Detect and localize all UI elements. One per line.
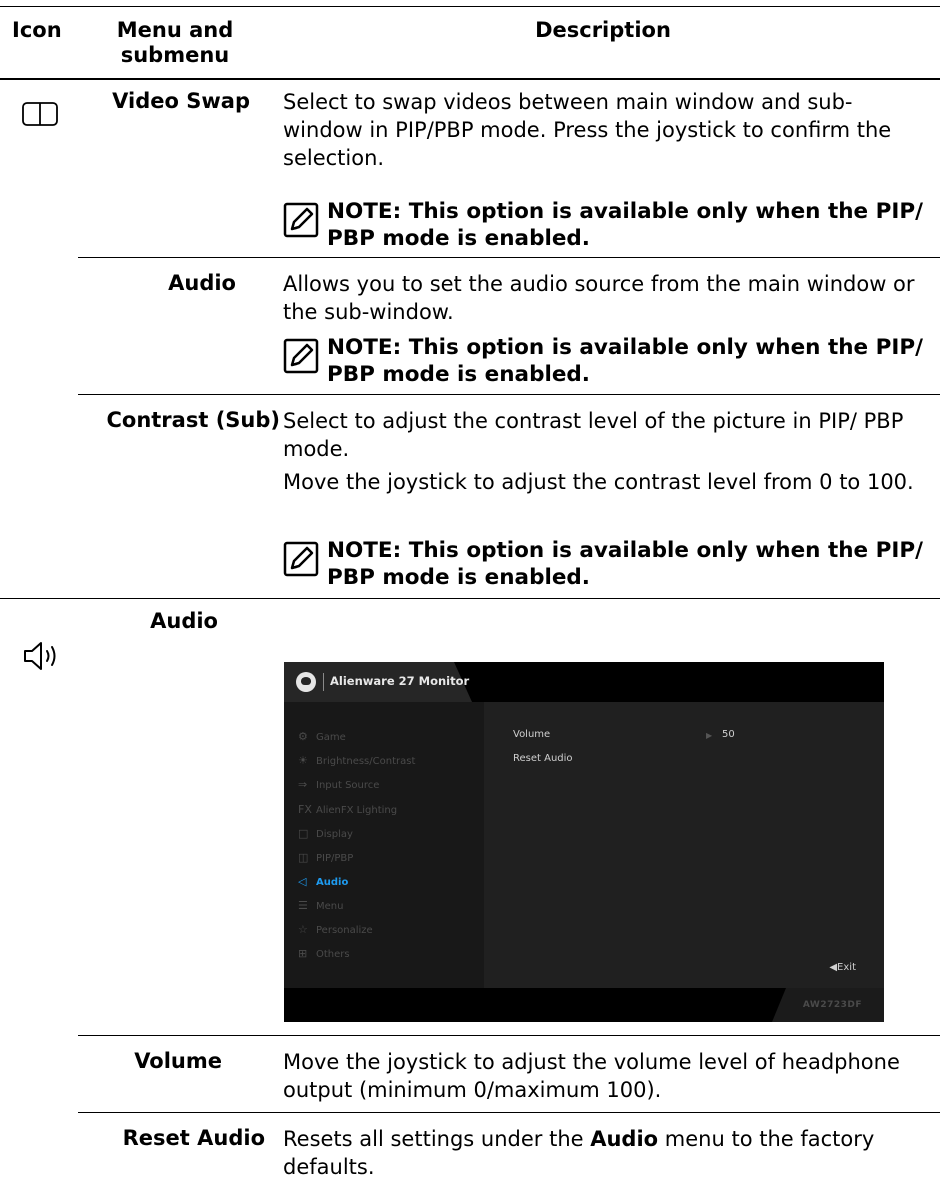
play-arrow-icon: ▶: [706, 731, 713, 740]
menu-contrast-sub: Contrast (Sub): [106, 408, 280, 432]
description-contrast-sub-2: Move the joystick to adjust the contrast…: [283, 470, 914, 494]
osd-menu-item-input-source[interactable]: ⇒ Input Source: [298, 778, 379, 792]
speaker-icon: ◁: [298, 875, 307, 888]
pip-icon: ◫: [298, 851, 309, 864]
osd-options-panel: [484, 702, 884, 988]
osd-menu-item-display[interactable]: □ Display: [298, 827, 353, 841]
fx-icon: FX: [298, 803, 312, 816]
osd-option-reset-audio[interactable]: Reset Audio: [513, 753, 573, 764]
display-icon: □: [298, 827, 309, 840]
row-divider: [78, 1035, 940, 1036]
star-icon: ☆: [298, 923, 308, 936]
description-video-swap: Select to swap videos between main windo…: [283, 90, 892, 170]
osd-menu-item-brightness-contrast[interactable]: ☀ Brightness/Contrast: [298, 754, 415, 768]
osd-menu-item-personalize[interactable]: ☆ Personalize: [298, 923, 373, 937]
brightness-icon: ☀: [298, 754, 308, 767]
osd-screenshot: Alienware 27 Monitor ⚙ Game ☀ Brightness/C…: [284, 662, 884, 1022]
pip-pbp-icon: [22, 102, 58, 126]
menu-reset-audio: Reset Audio: [122, 1126, 265, 1150]
note-pen-icon: [283, 541, 319, 577]
description-audio-sub: Allows you to set the audio source from …: [283, 272, 915, 324]
description-reset-audio: Resets all settings under the Audio menu…: [283, 1127, 875, 1179]
note-audio-sub: NOTE: This option is available only when…: [283, 334, 928, 388]
osd-model-code: AW2723DF: [802, 1000, 862, 1010]
gamepad-icon: ⚙: [298, 730, 308, 743]
osd-menu-item-alienfx-lighting[interactable]: FX AlienFX Lighting: [298, 803, 397, 817]
osd-menu-item-others[interactable]: ⊞ Others: [298, 947, 350, 961]
table-top-rule: [0, 6, 940, 7]
note-text: NOTE: This option is available only when…: [327, 335, 923, 387]
osd-volume-value: 50: [722, 729, 735, 740]
osd-menu-panel: [284, 702, 484, 988]
note-pen-icon: [283, 338, 319, 374]
osd-menu-item-menu[interactable]: ☰ Menu: [298, 899, 343, 913]
osd-exit-button[interactable]: ◀Exit: [829, 962, 856, 973]
description-volume: Move the joystick to adjust the volume l…: [283, 1050, 900, 1102]
osd-menu-item-game[interactable]: ⚙ Game: [298, 730, 346, 744]
osd-menu-item-pip-pbp[interactable]: ◫ PIP/PBP: [298, 851, 353, 865]
osd-menu-item-audio[interactable]: ◁ Audio: [298, 875, 348, 889]
header-icon: Icon: [12, 18, 62, 42]
row-divider: [78, 1112, 940, 1113]
menu-video-swap: Video Swap: [112, 89, 250, 113]
menu-icon: ☰: [298, 899, 308, 912]
speaker-icon: [22, 640, 62, 672]
note-pen-icon: [283, 202, 319, 238]
description-contrast-sub: Select to adjust the contrast level of t…: [283, 409, 904, 461]
others-icon: ⊞: [298, 947, 308, 960]
row-divider: [78, 257, 940, 258]
alienware-logo-icon: [296, 672, 316, 692]
note-contrast-sub: NOTE: This option is available only when…: [283, 537, 928, 591]
note-text: NOTE: This option is available only when…: [327, 199, 923, 251]
row-divider: [78, 394, 940, 395]
menu-volume: Volume: [134, 1049, 222, 1073]
header-menu-and-submenu: Menu and submenu: [116, 18, 234, 67]
section-divider: [0, 598, 940, 599]
input-source-icon: ⇒: [298, 778, 308, 791]
header-description: Description: [535, 18, 671, 42]
header-bottom-rule: [0, 78, 940, 80]
note-video-swap: NOTE: This option is available only when…: [283, 198, 928, 252]
osd-title: Alienware 27 Monitor: [330, 674, 470, 688]
note-text: NOTE: This option is available only when…: [327, 538, 923, 590]
osd-title-separator: [323, 673, 324, 691]
osd-option-volume[interactable]: Volume: [513, 729, 550, 740]
menu-audio: Audio: [150, 609, 218, 633]
menu-audio-sub: Audio: [168, 271, 236, 295]
